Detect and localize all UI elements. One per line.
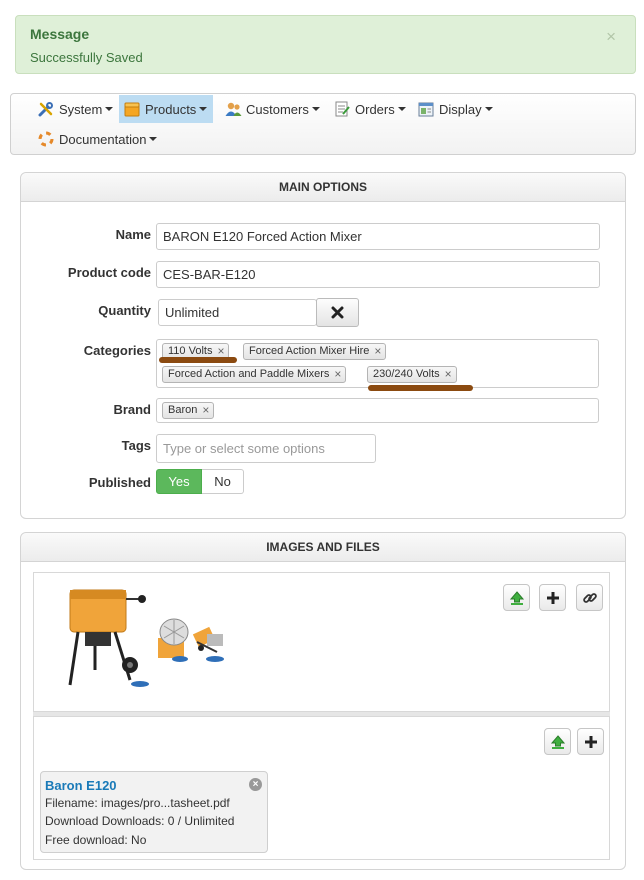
quantity-input[interactable]: Unlimited (158, 299, 317, 326)
menu-label-products: Products (145, 101, 197, 117)
file-downloads: Download Downloads: 0 / Unlimited (45, 814, 235, 828)
plus-icon (546, 591, 559, 604)
remove-tag-icon[interactable]: × (202, 403, 209, 418)
categories-label: Categories (83, 343, 151, 358)
add-file-button[interactable] (577, 728, 604, 755)
main-options-header: MAIN OPTIONS (21, 173, 625, 202)
alert-message: Successfully Saved (30, 50, 143, 65)
product-image-mixer[interactable] (60, 585, 155, 690)
brand-select[interactable] (156, 398, 599, 423)
chevron-down-icon (105, 107, 114, 111)
upload-icon (509, 590, 524, 605)
file-free-download: Free download: No (45, 833, 147, 847)
product-code-input[interactable]: CES-BAR-E120 (156, 261, 600, 288)
chevron-down-icon (311, 107, 320, 111)
annotation-underline (159, 357, 237, 363)
menu-item-display[interactable]: Display (413, 95, 499, 123)
menu-item-documentation[interactable]: Documentation (33, 125, 163, 153)
category-tag: Forced Action Mixer Hire × (243, 343, 387, 360)
brand-tag-label: Baron (168, 404, 198, 416)
menu-item-orders[interactable]: Orders (329, 95, 412, 123)
close-icon (331, 306, 344, 319)
display-icon (417, 101, 435, 117)
remove-tag-icon[interactable]: × (445, 367, 452, 382)
chevron-down-icon (484, 107, 493, 111)
menu-label-documentation: Documentation (59, 131, 147, 147)
clear-quantity-button[interactable] (316, 298, 359, 327)
product-thumbnail[interactable] (193, 622, 227, 664)
file-title-link[interactable]: Baron E120 (45, 778, 117, 793)
link-icon (582, 592, 597, 603)
product-code-label: Product code (67, 265, 151, 280)
chevron-down-icon (397, 107, 406, 111)
upload-icon (550, 734, 565, 749)
users-icon (224, 101, 242, 117)
help-icon (37, 131, 55, 147)
category-tag: 230/240 Volts × (367, 366, 457, 383)
tools-icon (37, 101, 55, 117)
link-image-button[interactable] (576, 584, 603, 611)
main-menu: System Products Customers Orders Display… (10, 93, 636, 155)
menu-item-products[interactable]: Products (119, 95, 214, 123)
menu-label-orders: Orders (355, 101, 395, 117)
brand-label: Brand (113, 402, 151, 417)
box-icon (123, 101, 141, 117)
upload-file-button[interactable] (544, 728, 571, 755)
plus-icon (584, 735, 597, 748)
alert-close-icon[interactable]: × (606, 28, 616, 45)
remove-tag-icon[interactable]: × (374, 344, 381, 359)
annotation-underline (368, 385, 473, 391)
menu-item-system[interactable]: System (33, 95, 119, 123)
chevron-down-icon (199, 107, 208, 111)
file-filename: Filename: images/pro...tasheet.pdf (45, 796, 230, 810)
add-image-button[interactable] (539, 584, 566, 611)
category-tag-label: 110 Volts (168, 345, 213, 357)
remove-file-icon[interactable]: × (249, 778, 262, 791)
menu-item-customers[interactable]: Customers (220, 95, 326, 123)
published-yes-button[interactable]: Yes (156, 469, 202, 494)
published-label: Published (88, 475, 151, 490)
menu-label-customers: Customers (246, 101, 309, 117)
tags-input[interactable]: Type or select some options (156, 434, 376, 463)
chevron-down-icon (149, 137, 158, 141)
name-input[interactable]: BARON E120 Forced Action Mixer (156, 223, 600, 250)
orders-icon (333, 101, 351, 117)
quantity-label: Quantity (98, 303, 151, 318)
brand-tag: Baron × (162, 402, 215, 419)
published-no-button[interactable]: No (202, 469, 244, 494)
category-tag-label: Forced Action and Paddle Mixers (168, 368, 330, 380)
file-card[interactable]: Baron E120 × Filename: images/pro...tash… (40, 771, 268, 853)
category-tag-label: Forced Action Mixer Hire (249, 345, 370, 357)
remove-tag-icon[interactable]: × (334, 367, 341, 382)
success-alert: Message Successfully Saved × (15, 15, 636, 74)
category-tag: Forced Action and Paddle Mixers × (162, 366, 347, 383)
tags-label: Tags (121, 438, 151, 453)
alert-title: Message (30, 26, 90, 42)
menu-label-display: Display (439, 101, 482, 117)
name-label: Name (115, 227, 151, 242)
product-thumbnail[interactable] (156, 616, 192, 664)
menu-label-system: System (59, 101, 103, 117)
images-files-header: IMAGES AND FILES (21, 533, 625, 562)
category-tag-label: 230/240 Volts (373, 368, 440, 380)
upload-image-button[interactable] (503, 584, 530, 611)
